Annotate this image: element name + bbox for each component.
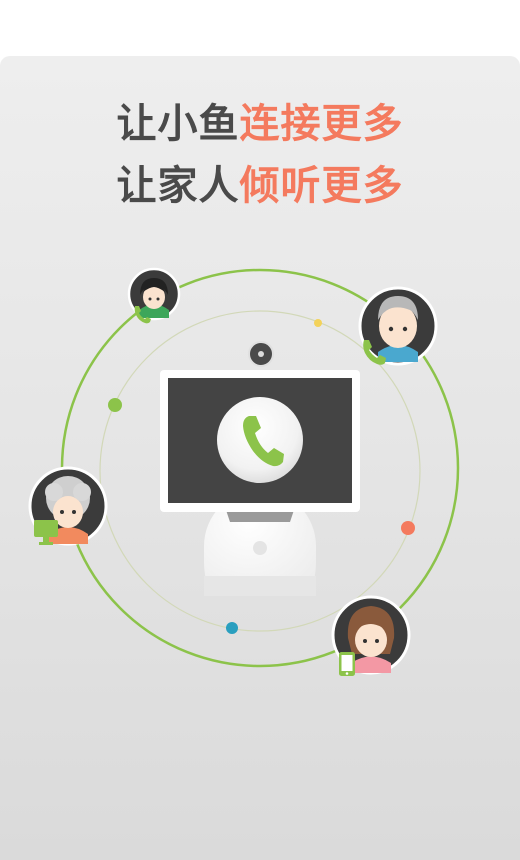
orbit-dot-yellow (314, 319, 322, 327)
camera-icon (248, 341, 274, 367)
avatar-girl[interactable] (331, 595, 411, 676)
orbit-dot-green (108, 398, 122, 412)
avatar-grandmother[interactable] (28, 466, 108, 546)
connection-illustration (28, 267, 460, 676)
call-button[interactable] (217, 397, 303, 483)
orbit-dot-orange (401, 521, 415, 535)
avatar-young-woman[interactable] (127, 267, 181, 324)
avatar-grandfather[interactable] (358, 286, 438, 366)
orbit-dot-blue (226, 622, 238, 634)
onboarding-card: 让小鱼连接更多 让家人倾听更多 (0, 56, 520, 860)
mobile-icon (339, 652, 355, 676)
